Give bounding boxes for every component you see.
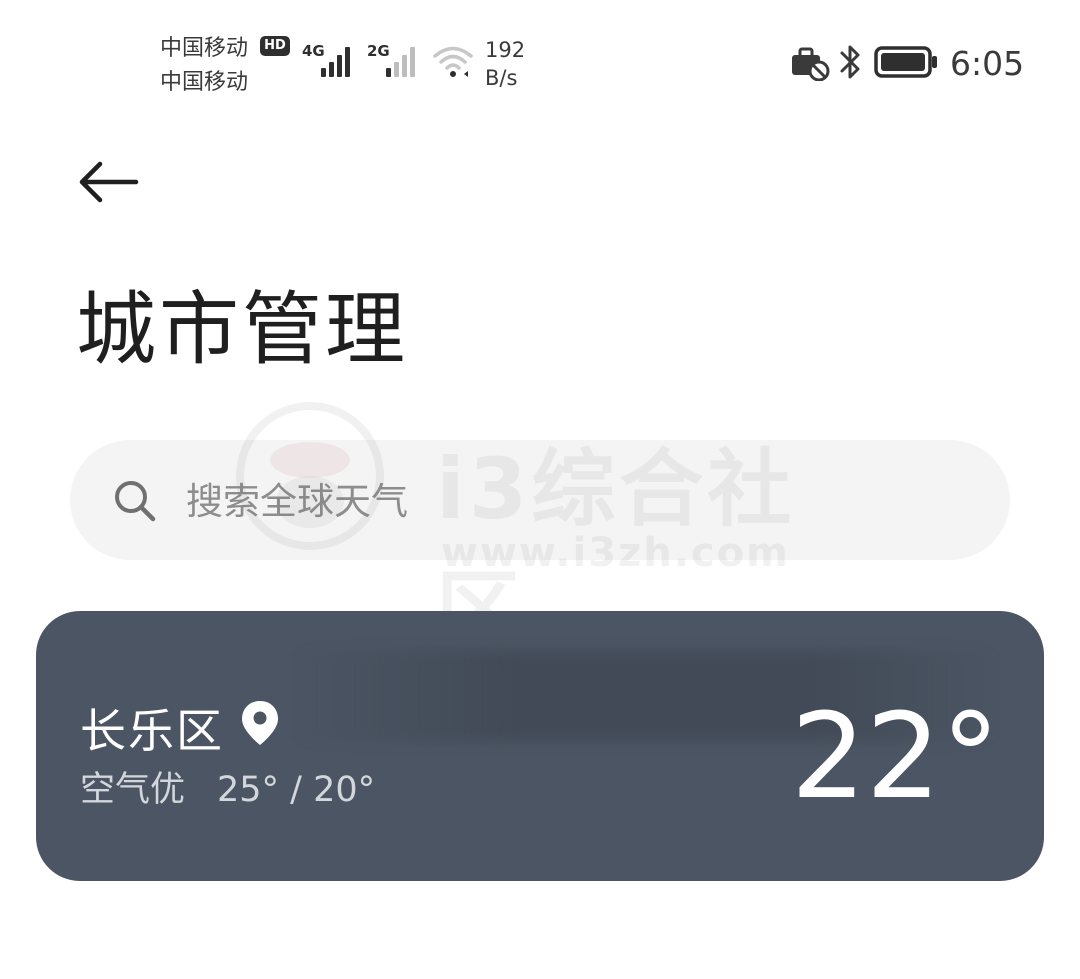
carrier-2-label: 中国移动: [160, 70, 249, 95]
network-speed: 192 B/s: [485, 36, 525, 92]
carrier-1-label: 中国移动: [160, 36, 249, 61]
page-title: 城市管理: [76, 283, 408, 376]
city-card[interactable]: 长乐区 空气优 25° / 20° 22°: [36, 611, 1044, 881]
network-speed-unit: B/s: [485, 66, 518, 90]
network-speed-value: 192: [485, 38, 526, 62]
hd-badge: HD: [260, 36, 290, 56]
signal-strength-icon: [321, 47, 350, 77]
search-icon: [115, 481, 156, 522]
city-weather-summary: 空气优 25° / 20°: [80, 761, 375, 812]
city-name: 长乐区: [80, 704, 224, 758]
briefcase-disabled-icon: [792, 47, 830, 81]
current-temperature: 22°: [790, 687, 1000, 825]
search-input[interactable]: [184, 466, 968, 536]
location-pin-icon: [242, 701, 278, 745]
temperature-range: 25° / 20°: [217, 770, 376, 810]
wifi-icon: [433, 46, 473, 77]
back-arrow-icon: [79, 161, 139, 203]
bluetooth-icon: [840, 45, 860, 79]
search-bar[interactable]: [70, 440, 1010, 560]
air-quality-label: 空气优: [80, 770, 186, 810]
carrier-info: 中国移动 中国移动: [160, 32, 248, 100]
status-bar: 中国移动 中国移动 HD 4G 2G 192 B/s 6:05: [0, 0, 1080, 110]
back-button[interactable]: [72, 152, 146, 212]
signal-strength-2-icon: [386, 47, 415, 77]
clock-time: 6:05: [950, 44, 1025, 83]
battery-icon: [874, 46, 937, 78]
